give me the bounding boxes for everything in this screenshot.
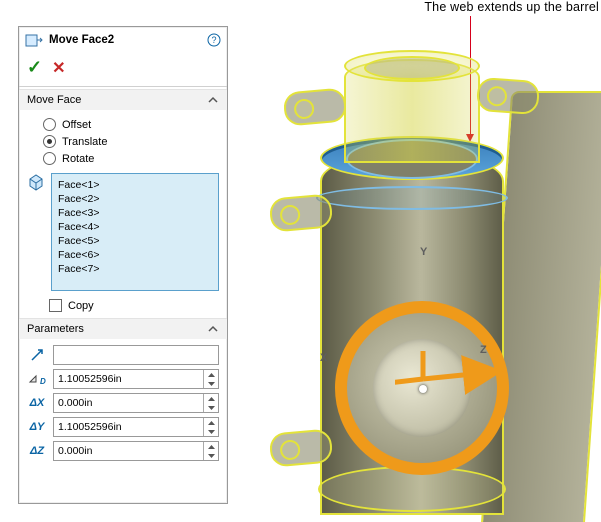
copy-label: Copy	[68, 300, 94, 312]
face-selection-icon	[27, 173, 45, 191]
svg-text:D: D	[40, 377, 46, 386]
axis-y-label: Y	[420, 246, 427, 258]
spin-up[interactable]	[203, 442, 218, 451]
titlebar: Move Face2 ?	[19, 27, 227, 55]
help-icon[interactable]: ?	[207, 33, 221, 47]
action-bar: ✓ ✕	[19, 55, 227, 84]
spin-up[interactable]	[203, 394, 218, 403]
lug	[269, 428, 334, 467]
section-move-face-label: Move Face	[27, 94, 81, 106]
delta-z-label: ΔZ	[27, 442, 47, 460]
direction-icon	[27, 346, 47, 364]
ok-button[interactable]: ✓	[27, 57, 42, 78]
direction-field[interactable]	[53, 345, 219, 365]
graphics-viewport[interactable]: Y X Z	[240, 26, 600, 522]
mode-rotate[interactable]: Rotate	[43, 150, 219, 167]
mode-rotate-label: Rotate	[62, 153, 94, 165]
spin-down[interactable]	[203, 427, 218, 436]
lug	[283, 87, 348, 126]
axis-z-label: Z	[480, 344, 487, 356]
radio-icon	[43, 118, 56, 131]
list-item[interactable]: Face<3>	[58, 206, 212, 220]
section-parameters-head[interactable]: Parameters	[19, 318, 227, 339]
property-manager-panel: Move Face2 ? ✓ ✕ Move Face Offset Transl…	[18, 26, 228, 504]
callout-text: The web extends up the barrel	[424, 0, 599, 14]
delta-y-label: ΔY	[27, 418, 47, 436]
delta-y-field[interactable]: 1.10052596in	[53, 417, 219, 437]
delta-x-field[interactable]: 0.000in	[53, 393, 219, 413]
triad-origin[interactable]	[419, 385, 427, 393]
chevron-up-icon	[207, 94, 219, 106]
mode-offset[interactable]: Offset	[43, 116, 219, 133]
list-item[interactable]: Face<2>	[58, 192, 212, 206]
upper-sleeve-inner-edge	[364, 56, 460, 80]
list-item[interactable]: Face<6>	[58, 248, 212, 262]
list-item[interactable]: Face<5>	[58, 234, 212, 248]
spin-down[interactable]	[203, 379, 218, 388]
delta-z-field[interactable]: 0.000in	[53, 441, 219, 461]
section-move-face-head[interactable]: Move Face	[19, 89, 227, 110]
chevron-up-icon	[207, 323, 219, 335]
feature-title: Move Face2	[49, 34, 201, 46]
copy-checkbox[interactable]	[49, 299, 62, 312]
lug	[269, 193, 334, 232]
mode-translate-label: Translate	[62, 136, 107, 148]
spin-down[interactable]	[203, 451, 218, 460]
axis-x-label: X	[320, 352, 327, 364]
delta-x-label: ΔX	[27, 394, 47, 412]
lug	[476, 77, 540, 115]
move-face-icon	[25, 31, 43, 49]
face-highlight	[316, 186, 508, 210]
list-item[interactable]: Face<1>	[58, 178, 212, 192]
spin-down[interactable]	[203, 403, 218, 412]
move-triad-ring[interactable]	[335, 301, 509, 475]
list-item[interactable]: Face<7>	[58, 262, 212, 276]
svg-text:?: ?	[211, 35, 216, 45]
list-item[interactable]: Face<4>	[58, 220, 212, 234]
cancel-button[interactable]: ✕	[52, 58, 65, 78]
face-selection-list[interactable]: Face<1> Face<2> Face<3> Face<4> Face<5> …	[51, 173, 219, 291]
spin-up[interactable]	[203, 370, 218, 379]
radio-icon	[43, 152, 56, 165]
spin-up[interactable]	[203, 418, 218, 427]
distance-icon: D	[27, 370, 47, 388]
radio-icon	[43, 135, 56, 148]
section-parameters-label: Parameters	[27, 323, 84, 335]
mode-translate[interactable]: Translate	[43, 133, 219, 150]
mode-offset-label: Offset	[62, 119, 91, 131]
distance-field[interactable]: 1.10052596in	[53, 369, 219, 389]
